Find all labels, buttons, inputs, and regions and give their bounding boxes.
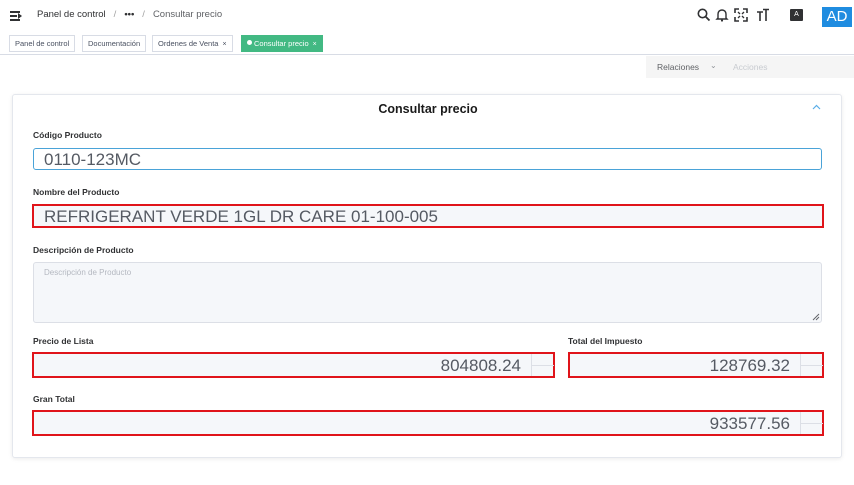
top-navbar: Panel de control / ••• / Consultar preci… <box>0 0 854 32</box>
tags-view-bar: Panel de control Documentación Ordenes d… <box>0 33 854 55</box>
total-impuesto-value: 128769.32 <box>709 356 790 375</box>
gran-total-label: Gran Total <box>33 394 75 404</box>
precio-lista-label: Precio de Lista <box>33 336 94 346</box>
search-icon[interactable] <box>697 8 711 22</box>
breadcrumb: Panel de control / ••• / Consultar preci… <box>37 9 222 20</box>
nombre-label: Nombre del Producto <box>33 187 120 197</box>
close-icon[interactable]: × <box>222 41 226 48</box>
menu-toggle-icon[interactable] <box>10 10 22 22</box>
chevron-up-icon[interactable] <box>812 104 821 110</box>
close-icon[interactable]: × <box>313 41 317 48</box>
breadcrumb-more[interactable]: ••• <box>124 9 134 20</box>
codigo-label: Código Producto <box>33 130 102 140</box>
number-stepper[interactable] <box>800 354 823 376</box>
tab-documentacion[interactable]: Documentación <box>82 35 147 52</box>
tab-label: Panel de control <box>15 39 70 48</box>
tab-consultar-precio[interactable]: Consultar precio × <box>241 35 323 52</box>
gran-total-value: 933577.56 <box>709 414 790 433</box>
language-icon[interactable]: A <box>790 9 803 21</box>
chevron-down-icon[interactable]: ⌄ <box>710 61 717 70</box>
avatar[interactable]: AD <box>822 7 852 27</box>
codigo-producto-input[interactable]: 0110-123MC <box>33 148 822 170</box>
tab-ordenes-de-venta[interactable]: Ordenes de Venta × <box>152 35 233 52</box>
descripcion-label: Descripción de Producto <box>33 245 134 255</box>
gran-total-input[interactable]: 933577.56 <box>32 410 824 436</box>
tab-label: Documentación <box>88 39 141 48</box>
relations-menu[interactable]: Relaciones <box>657 62 699 72</box>
nombre-producto-input[interactable]: REFRIGERANT VERDE 1GL DR CARE 01-100-005 <box>32 204 824 228</box>
bell-icon[interactable] <box>715 8 729 22</box>
total-impuesto-input[interactable]: 128769.32 <box>568 352 824 378</box>
price-check-card: Consultar precio Código Producto 0110-12… <box>12 94 842 458</box>
actions-menu[interactable]: Acciones <box>733 62 768 72</box>
font-size-icon[interactable] <box>756 8 770 22</box>
resize-handle-icon[interactable] <box>812 313 820 321</box>
descripcion-textarea[interactable]: Descripción de Producto <box>33 262 822 323</box>
page-title: Consultar precio <box>378 102 478 116</box>
precio-lista-value: 804808.24 <box>440 356 521 375</box>
actions-toolbar: Relaciones ⌄ Acciones <box>646 56 854 78</box>
breadcrumb-home[interactable]: Panel de control <box>37 9 106 20</box>
nombre-value: REFRIGERANT VERDE 1GL DR CARE 01-100-005 <box>44 207 438 226</box>
codigo-value: 0110-123MC <box>44 150 142 169</box>
precio-lista-input[interactable]: 804808.24 <box>32 352 555 378</box>
breadcrumb-current: Consultar precio <box>152 9 223 20</box>
tab-panel-de-control[interactable]: Panel de control <box>9 35 76 52</box>
fullscreen-icon[interactable] <box>734 8 748 22</box>
descripcion-placeholder: Descripción de Producto <box>44 268 132 277</box>
number-stepper[interactable] <box>800 412 823 434</box>
number-stepper[interactable] <box>531 354 554 376</box>
active-dot-icon <box>247 40 252 45</box>
tab-label: Consultar precio <box>254 39 309 48</box>
breadcrumb-separator: / <box>142 9 145 20</box>
total-impuesto-label: Total del Impuesto <box>568 336 643 346</box>
breadcrumb-separator: / <box>113 9 117 20</box>
tab-label: Ordenes de Venta <box>158 39 219 48</box>
